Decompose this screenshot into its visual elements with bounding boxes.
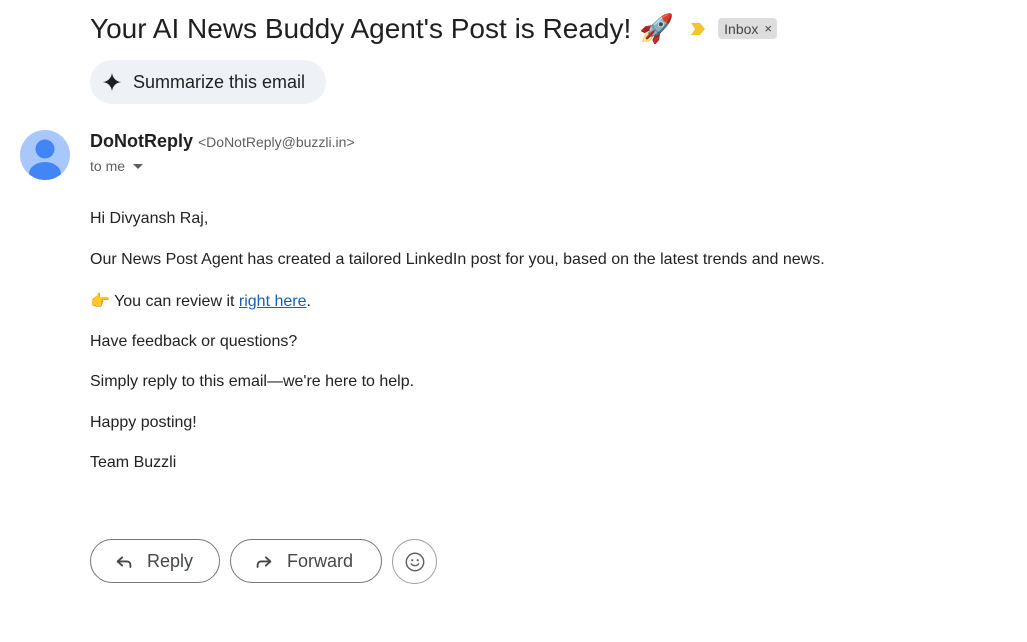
pointing-hand-emoji: 👉 (90, 293, 110, 310)
forward-button[interactable]: Forward (230, 539, 382, 583)
remove-label-icon[interactable]: × (764, 21, 772, 36)
body-line-1: Our News Post Agent has created a tailor… (90, 251, 825, 268)
email-view: Your AI News Buddy Agent's Post is Ready… (0, 0, 1027, 642)
body-signoff: Team Buzzli (90, 454, 177, 471)
reply-label: Reply (147, 550, 194, 571)
body-line-4: Simply reply to this email—we're here to… (90, 373, 415, 390)
body-line-2: 👉 You can review it right here. (90, 291, 311, 311)
forward-label: Forward (287, 550, 354, 571)
chevron-down-icon (133, 163, 144, 169)
person-icon (29, 139, 61, 180)
summarize-email-button[interactable]: Summarize this email (90, 60, 326, 104)
subject-row: Your AI News Buddy Agent's Post is Ready… (90, 12, 778, 45)
review-post-link[interactable]: right here (239, 293, 307, 310)
body-line-5: Happy posting! (90, 414, 197, 431)
summarize-label: Summarize this email (133, 71, 306, 92)
rocket-emoji: 🚀 (639, 13, 675, 44)
inbox-label-chip: Inbox × (718, 18, 778, 39)
reply-icon (116, 556, 132, 568)
smiley-icon (405, 552, 424, 571)
body-greeting: Hi Divyansh Raj, (90, 210, 209, 227)
body-line-2-prefix: You can review it (109, 293, 239, 310)
body-line-2-suffix: . (306, 293, 311, 310)
email-subject: Your AI News Buddy Agent's Post is Ready… (90, 12, 632, 44)
add-reaction-button[interactable] (392, 539, 437, 584)
sparkle-icon (102, 72, 122, 92)
recipient-text: to me (90, 158, 126, 174)
reply-button[interactable]: Reply (90, 539, 220, 583)
label-text: Inbox (724, 20, 759, 37)
sender-email: <DoNotReply@buzzli.in> (198, 134, 355, 150)
body-line-3: Have feedback or questions? (90, 333, 298, 350)
recipient-details-toggle[interactable]: to me (90, 158, 144, 174)
forward-icon (256, 556, 272, 568)
sender-line: DoNotReply <DoNotReply@buzzli.in> (90, 131, 355, 152)
sender-avatar[interactable] (20, 130, 70, 180)
importance-marker-icon[interactable] (690, 22, 706, 36)
sender-name[interactable]: DoNotReply (90, 131, 193, 152)
